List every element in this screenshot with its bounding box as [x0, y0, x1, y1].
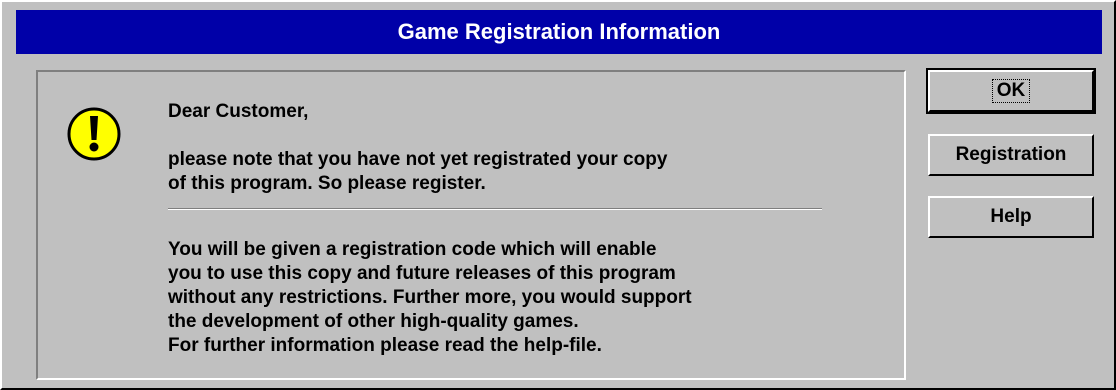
message-line: you to use this copy and future releases…	[168, 263, 676, 284]
greeting-text: Dear Customer,	[168, 101, 309, 122]
title-bar[interactable]: Game Registration Information	[16, 10, 1102, 54]
ok-button-label: OK	[991, 79, 1031, 103]
registration-dialog: Game Registration Information Dear Custo…	[0, 0, 1116, 390]
message-line: of this program. So please register.	[168, 173, 486, 194]
message-line: For further information please read the …	[168, 335, 602, 356]
help-button[interactable]: Help	[928, 196, 1094, 238]
message-line: without any restrictions. Further more, …	[168, 287, 692, 308]
help-button-label: Help	[990, 206, 1032, 227]
separator	[168, 208, 822, 210]
registration-button-label: Registration	[955, 144, 1067, 165]
window-title: Game Registration Information	[397, 19, 721, 44]
message-line: please note that you have not yet regist…	[168, 149, 668, 170]
ok-button[interactable]: OK	[926, 68, 1096, 114]
message-line: You will be given a registration code wh…	[168, 239, 657, 260]
registration-button[interactable]: Registration	[928, 134, 1094, 176]
exclamation-warning-icon	[67, 107, 121, 161]
message-line: the development of other high-quality ga…	[168, 311, 579, 332]
